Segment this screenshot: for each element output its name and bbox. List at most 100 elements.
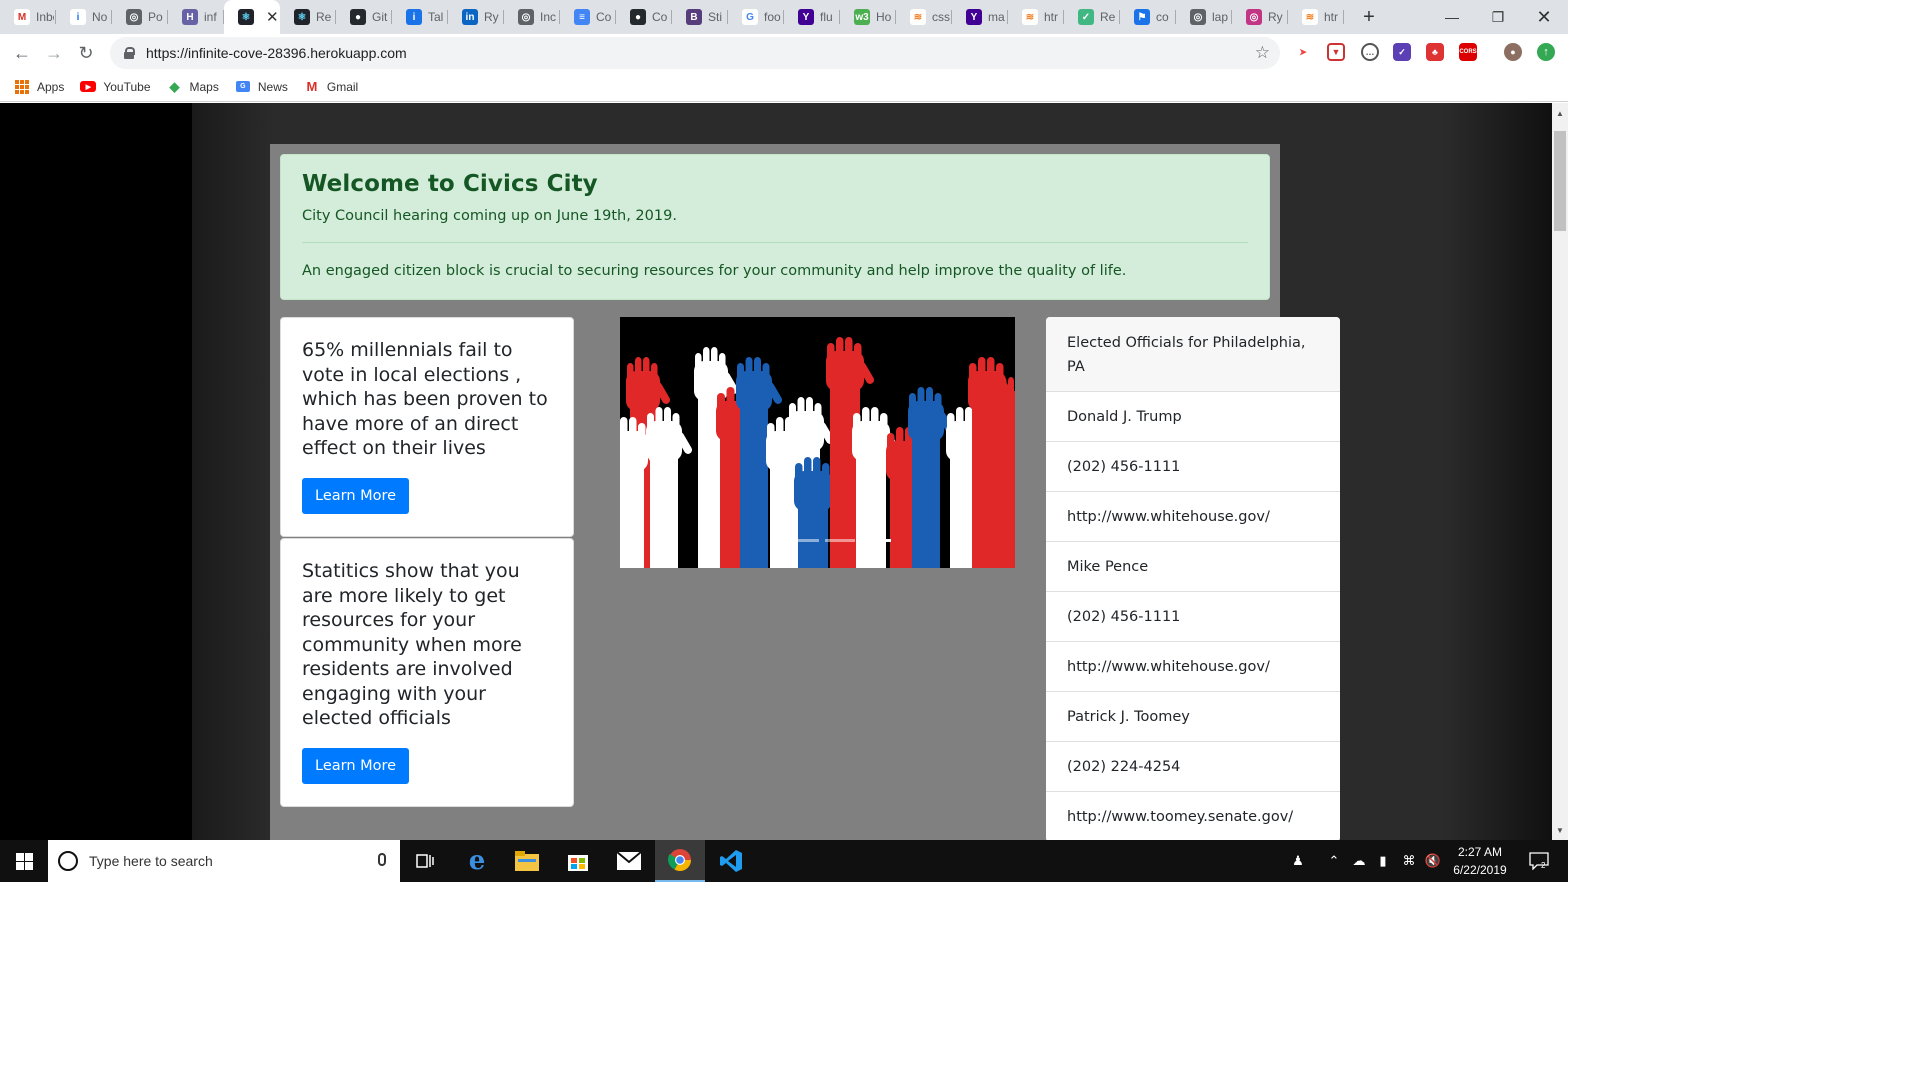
taskbar-clock[interactable]: 2:27 AM 6/22/2019 [1440,840,1520,882]
browser-tab[interactable]: ⚛ Re [280,0,336,34]
carousel-indicator[interactable] [788,539,819,542]
microphone-icon[interactable] [378,853,386,866]
browser-tab[interactable]: ◎ Inc [504,0,560,34]
wifi-icon[interactable]: ⌘ [1398,840,1420,882]
close-tab-icon[interactable]: ✕ [266,8,279,26]
forward-arrow-icon[interactable]: → [38,37,70,69]
extension-pocket-icon[interactable]: ▼ [1327,43,1345,61]
start-button[interactable] [0,840,48,882]
tab-title: co [1156,10,1169,24]
maximize-button[interactable]: ❐ [1474,0,1522,34]
tab-title: Co [652,10,668,24]
chevron-up-icon[interactable]: ⌃ [1324,840,1344,882]
info-icon: i [70,9,86,25]
divider [302,242,1248,243]
taskbar-search[interactable]: Type here to search [48,840,400,882]
vue-icon: ✓ [1078,9,1094,25]
bookmark-apps[interactable]: Apps [14,79,64,94]
browser-tab[interactable]: ◎ lap [1176,0,1232,34]
file-explorer-icon[interactable] [502,840,552,882]
store-icon[interactable] [553,840,603,882]
browser-tab[interactable]: ✓ Re [1064,0,1120,34]
bookmark-news[interactable]: G News [235,80,288,94]
browser-tab[interactable]: i Tal [392,0,448,34]
tab-title: htr [1324,10,1339,24]
tab-title: Tal [428,10,444,24]
browser-tab[interactable]: M Inbox [0,0,56,34]
reload-icon[interactable]: ↻ [70,37,102,69]
bookmark-maps[interactable]: ◆ Maps [167,79,219,94]
page-scrollbar[interactable]: ▲ ▼ [1552,103,1568,840]
page-title: Welcome to Civics City [302,171,598,197]
tab-strip: MInboxiNo◎PoHinf⚛✕⚛Re●GitiTalinRy◎Inc≡Co… [0,0,1568,34]
edge-icon[interactable]: e [452,840,502,882]
tab-title: inf [204,10,217,24]
image-carousel[interactable] [620,317,1015,568]
onedrive-icon[interactable]: ☁ [1348,840,1370,882]
address-bar[interactable]: https://infinite-cove-28396.herokuapp.co… [110,37,1280,69]
carousel-indicator[interactable] [824,539,855,542]
mail-icon[interactable] [604,840,654,882]
browser-tab[interactable]: ≋ css [896,0,952,34]
globe-icon: ◎ [518,9,534,25]
carousel-indicator[interactable] [860,539,891,542]
browser-tab[interactable]: w3 Ho [840,0,896,34]
browser-tab[interactable]: ≡ Co [560,0,616,34]
back-arrow-icon[interactable]: ← [6,37,38,69]
new-tab-button[interactable]: + [1352,0,1386,34]
browser-tab[interactable]: Gfoo [728,0,784,34]
profile-avatar[interactable]: ● [1504,43,1522,61]
extension-circle-icon[interactable]: … [1361,43,1379,61]
scroll-up-arrow-icon[interactable]: ▲ [1552,105,1568,121]
info-icon: i [406,9,422,25]
battery-icon[interactable]: ▮ [1372,840,1394,882]
people-icon[interactable]: ♟ [1286,840,1310,882]
extension-cors-icon[interactable]: CORS [1459,43,1477,61]
browser-tab[interactable]: ● Git [336,0,392,34]
browser-tab[interactable]: i No [56,0,112,34]
scroll-down-arrow-icon[interactable]: ▼ [1552,822,1568,838]
vscode-icon[interactable] [706,840,756,882]
bookmark-youtube[interactable]: ▶ YouTube [80,80,151,94]
browser-tab[interactable]: in Ry [448,0,504,34]
gmail-icon: M [306,79,318,94]
tab-title: Ry [484,10,499,24]
scrollbar-thumb[interactable] [1554,131,1566,231]
browser-tab[interactable]: ◎ Po [112,0,168,34]
extension-puzzle-icon[interactable]: ♣ [1426,43,1444,61]
task-view-icon[interactable] [400,840,450,882]
learn-more-button[interactable]: Learn More [302,747,410,784]
extension-check-icon[interactable]: ✓ [1393,43,1411,61]
stackoverflow-icon: ≋ [1022,9,1038,25]
bookmarks-bar: Apps ▶ YouTube ◆ Maps G News M Gmail [0,72,1568,102]
bookmark-gmail[interactable]: M Gmail [304,79,359,94]
youtube-icon: ▶ [80,80,97,94]
browser-tab[interactable]: ⚛ ✕ [224,0,280,34]
info-card: Statitics show that you are more likely … [280,538,574,807]
browser-tab[interactable]: ⚑ co [1120,0,1176,34]
browser-tab[interactable]: Hinf [168,0,224,34]
windows-taskbar: Type here to search e ♟ ⌃ ☁ ▮ ⌘ 🔇 2:27 A… [0,840,1568,882]
bookmark-star-icon[interactable]: ☆ [1255,43,1270,63]
browser-tab[interactable]: ● Co [616,0,672,34]
tab-title: flu [820,10,833,24]
bookmark-label: Gmail [326,79,359,94]
browser-tab[interactable]: Yma [952,0,1008,34]
browser-tab[interactable]: Yflu [784,0,840,34]
official-list-item: Donald J. Trump [1046,392,1340,442]
clock-time: 2:27 AM [1457,845,1503,859]
chrome-icon[interactable] [655,840,705,882]
update-arrow-icon[interactable]: ↑ [1537,43,1555,61]
browser-tab[interactable]: ≋ htr [1008,0,1064,34]
close-window-button[interactable]: ✕ [1520,0,1568,34]
browser-tab[interactable]: ◎ Ry [1232,0,1288,34]
browser-tab[interactable]: B Sti [672,0,728,34]
action-center-icon[interactable]: 2 [1524,840,1554,882]
tab-title: Po [148,10,163,24]
apps-grid-icon [14,79,30,94]
extension-arrow-icon[interactable]: ➤ [1294,43,1312,61]
learn-more-button[interactable]: Learn More [302,477,410,514]
browser-tab[interactable]: ≋ htr [1288,0,1344,34]
minimize-button[interactable]: — [1428,0,1476,34]
url-text[interactable]: https://infinite-cove-28396.herokuapp.co… [146,45,407,61]
